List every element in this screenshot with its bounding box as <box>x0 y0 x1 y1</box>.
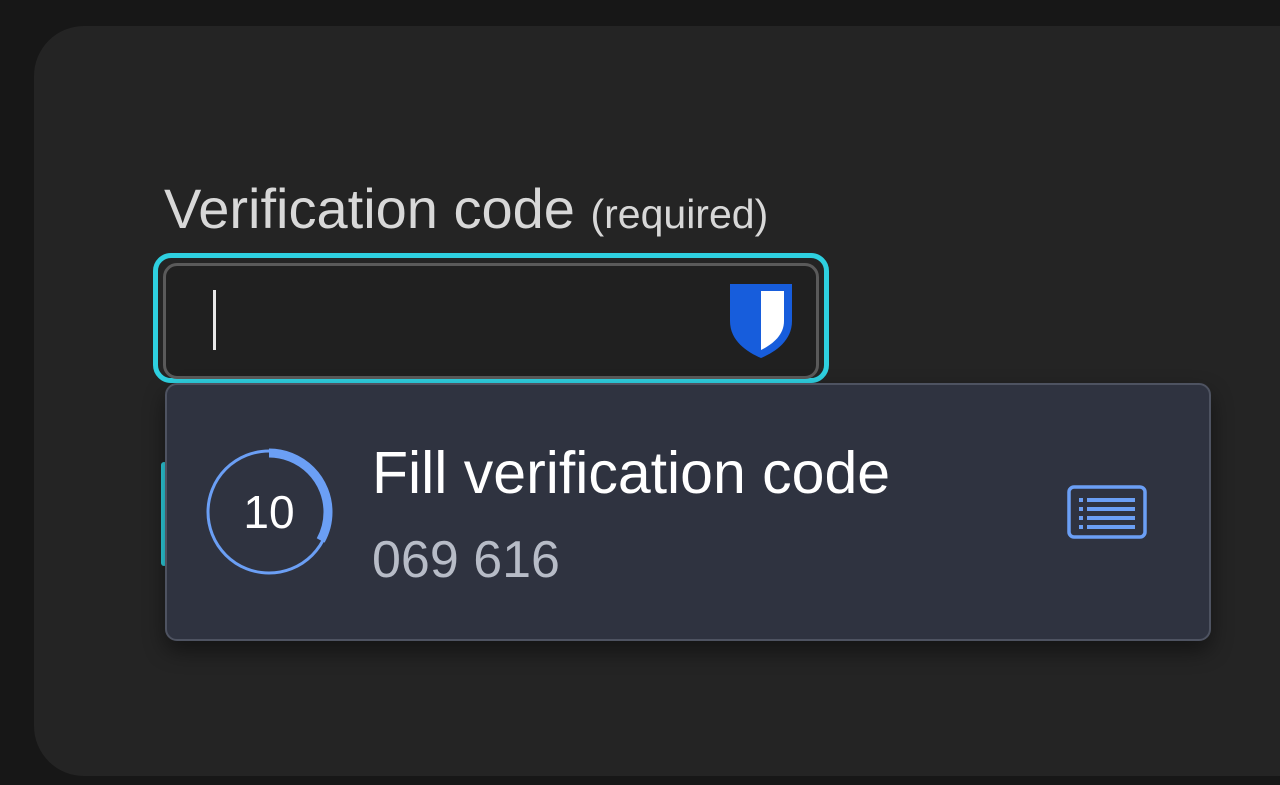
verification-code-input[interactable] <box>163 263 819 379</box>
bitwarden-shield-icon[interactable] <box>727 281 795 361</box>
text-caret <box>213 290 216 350</box>
timer-seconds: 10 <box>243 486 295 538</box>
list-icon <box>1067 485 1147 539</box>
verification-code-label: Verification code (required) <box>164 176 768 247</box>
totp-code: 069 616 <box>372 531 560 589</box>
required-indicator: (required) <box>590 191 769 237</box>
field-label-text: Verification code <box>164 177 575 240</box>
view-items-button[interactable] <box>1057 474 1157 550</box>
fill-verification-code-option[interactable]: Fill verification code <box>372 440 890 506</box>
